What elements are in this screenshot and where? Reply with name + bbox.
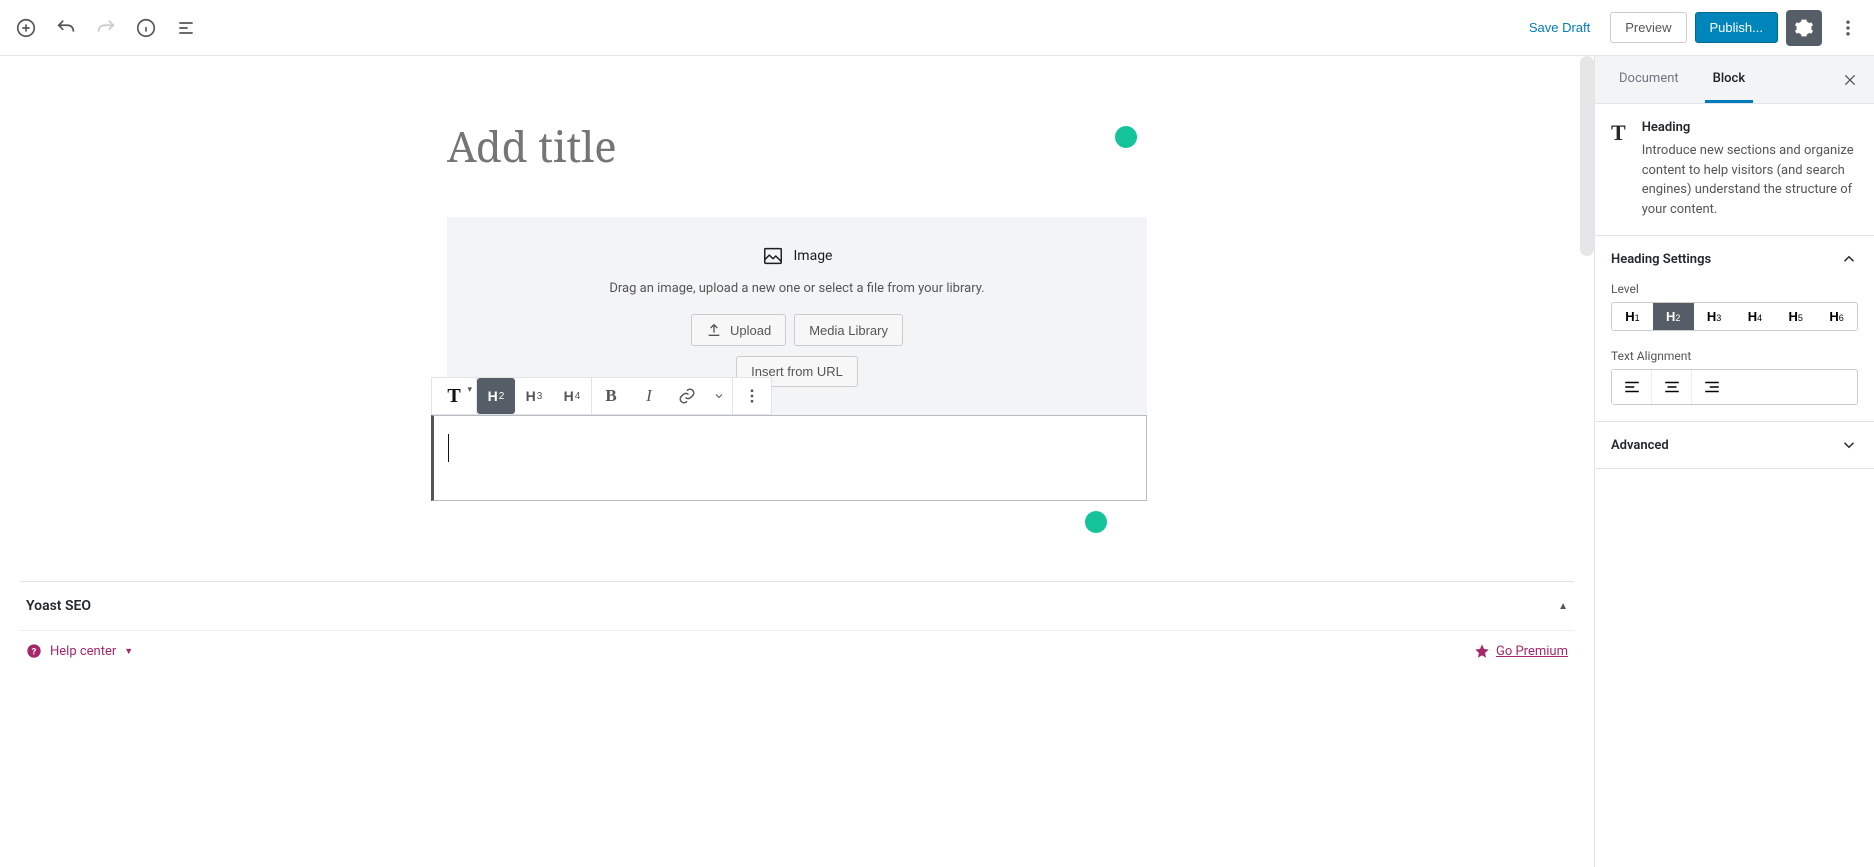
chevron-down-icon xyxy=(713,390,725,402)
redo-button[interactable] xyxy=(88,10,124,46)
block-toolbar: T H2 H3 H4 B I xyxy=(431,377,772,415)
undo-button[interactable] xyxy=(48,10,84,46)
block-name: Heading xyxy=(1642,120,1858,135)
align-center-icon xyxy=(1663,378,1681,396)
sidebar: Document Block T Heading Introduce new s… xyxy=(1594,56,1874,867)
toolbar-h4-button[interactable]: H4 xyxy=(553,378,591,414)
align-center-button[interactable] xyxy=(1652,370,1692,404)
level-h6-button[interactable]: H6 xyxy=(1816,303,1857,330)
level-buttons: H1 H2 H3 H4 H5 H6 xyxy=(1611,302,1858,331)
alignment-buttons xyxy=(1611,369,1858,405)
chevron-up-icon xyxy=(1840,250,1858,268)
link-icon xyxy=(678,387,696,405)
yoast-panel-toggle[interactable]: Yoast SEO ▲ xyxy=(20,582,1574,631)
preview-button[interactable]: Preview xyxy=(1610,12,1686,43)
go-premium-link[interactable]: Go Premium xyxy=(1474,643,1568,659)
outline-icon xyxy=(176,18,196,38)
italic-button[interactable]: I xyxy=(630,378,668,414)
editor-content: Image Drag an image, upload a new one or… xyxy=(427,56,1167,521)
toolbar-h2-button[interactable]: H2 xyxy=(477,378,515,414)
close-sidebar-button[interactable] xyxy=(1834,68,1866,92)
text-icon: T xyxy=(447,385,460,408)
caret-down-icon: ▼ xyxy=(124,646,133,657)
top-toolbar: Save Draft Preview Publish... xyxy=(0,0,1874,56)
yoast-panel: Yoast SEO ▲ ? Help center ▼ Go Premium xyxy=(20,581,1574,671)
publish-button[interactable]: Publish... xyxy=(1695,12,1778,43)
editor-area: Image Drag an image, upload a new one or… xyxy=(0,56,1594,867)
image-block-desc: Drag an image, upload a new one or selec… xyxy=(467,281,1127,296)
text-cursor xyxy=(448,434,449,462)
text-alignment-label: Text Alignment xyxy=(1611,349,1858,363)
help-center-label: Help center xyxy=(50,644,116,659)
media-library-button[interactable]: Media Library xyxy=(794,314,903,346)
info-circle-icon xyxy=(135,17,157,39)
block-description: Introduce new sections and organize cont… xyxy=(1642,141,1858,219)
question-circle-icon: ? xyxy=(26,643,42,659)
save-draft-button[interactable]: Save Draft xyxy=(1517,12,1602,43)
heading-block-wrap: T H2 H3 H4 B I xyxy=(447,415,1147,501)
more-rich-text-button[interactable] xyxy=(706,378,732,414)
sidebar-tabs: Document Block xyxy=(1595,56,1874,104)
toolbar-left xyxy=(8,10,204,46)
yoast-title: Yoast SEO xyxy=(26,598,91,614)
upload-icon xyxy=(706,322,722,338)
undo-icon xyxy=(55,17,77,39)
post-title-input[interactable] xyxy=(447,106,1147,187)
kebab-icon xyxy=(1838,18,1858,38)
heading-settings-toggle[interactable]: Heading Settings xyxy=(1595,236,1874,282)
align-right-button[interactable] xyxy=(1692,370,1732,404)
yoast-footer: ? Help center ▼ Go Premium xyxy=(20,631,1574,671)
svg-text:?: ? xyxy=(32,646,37,657)
heading-settings-label: Heading Settings xyxy=(1611,252,1711,267)
level-h4-button[interactable]: H4 xyxy=(1734,303,1775,330)
plus-circle-icon xyxy=(15,17,37,39)
add-block-button[interactable] xyxy=(8,10,44,46)
advanced-label: Advanced xyxy=(1611,438,1669,453)
settings-button[interactable] xyxy=(1786,10,1822,46)
go-premium-label: Go Premium xyxy=(1496,644,1568,659)
main-wrap: Image Drag an image, upload a new one or… xyxy=(0,56,1874,867)
more-options-button[interactable] xyxy=(1830,10,1866,46)
scrollbar[interactable] xyxy=(1580,56,1594,256)
upload-button[interactable]: Upload xyxy=(691,314,786,346)
star-icon xyxy=(1474,643,1490,659)
block-navigation-button[interactable] xyxy=(168,10,204,46)
toolbar-right: Save Draft Preview Publish... xyxy=(1517,10,1866,46)
heading-type-icon: T xyxy=(1611,120,1626,219)
bold-button[interactable]: B xyxy=(592,378,630,414)
grammarly-icon[interactable] xyxy=(1115,126,1137,148)
block-info: T Heading Introduce new sections and org… xyxy=(1595,104,1874,236)
advanced-toggle[interactable]: Advanced xyxy=(1595,422,1874,468)
level-h5-button[interactable]: H5 xyxy=(1775,303,1816,330)
close-icon xyxy=(1842,72,1858,88)
link-button[interactable] xyxy=(668,378,706,414)
gear-icon xyxy=(1794,18,1814,38)
chevron-down-icon xyxy=(1840,436,1858,454)
kebab-icon xyxy=(743,387,761,405)
change-block-type-button[interactable]: T xyxy=(432,378,476,414)
block-more-options-button[interactable] xyxy=(733,378,771,414)
align-left-button[interactable] xyxy=(1612,370,1652,404)
image-icon xyxy=(762,245,784,267)
advanced-section: Advanced xyxy=(1595,422,1874,469)
image-block-header: Image xyxy=(467,245,1127,267)
caret-up-icon: ▲ xyxy=(1558,601,1568,612)
level-h1-button[interactable]: H1 xyxy=(1612,303,1653,330)
level-h3-button[interactable]: H3 xyxy=(1694,303,1735,330)
upload-label: Upload xyxy=(730,323,771,338)
redo-icon xyxy=(95,17,117,39)
tab-document[interactable]: Document xyxy=(1611,57,1687,103)
heading-block-input[interactable] xyxy=(431,415,1147,501)
heading-settings-section: Heading Settings Level H1 H2 H3 H4 H5 H6… xyxy=(1595,236,1874,422)
align-left-icon xyxy=(1623,378,1641,396)
align-right-icon xyxy=(1703,378,1721,396)
grammarly-icon[interactable] xyxy=(1085,511,1107,533)
level-label: Level xyxy=(1611,282,1858,296)
level-h2-button[interactable]: H2 xyxy=(1653,303,1694,330)
toolbar-h3-button[interactable]: H3 xyxy=(515,378,553,414)
image-block-label: Image xyxy=(794,248,833,264)
tab-block[interactable]: Block xyxy=(1705,57,1753,103)
content-info-button[interactable] xyxy=(128,10,164,46)
help-center-link[interactable]: ? Help center ▼ xyxy=(26,643,133,659)
